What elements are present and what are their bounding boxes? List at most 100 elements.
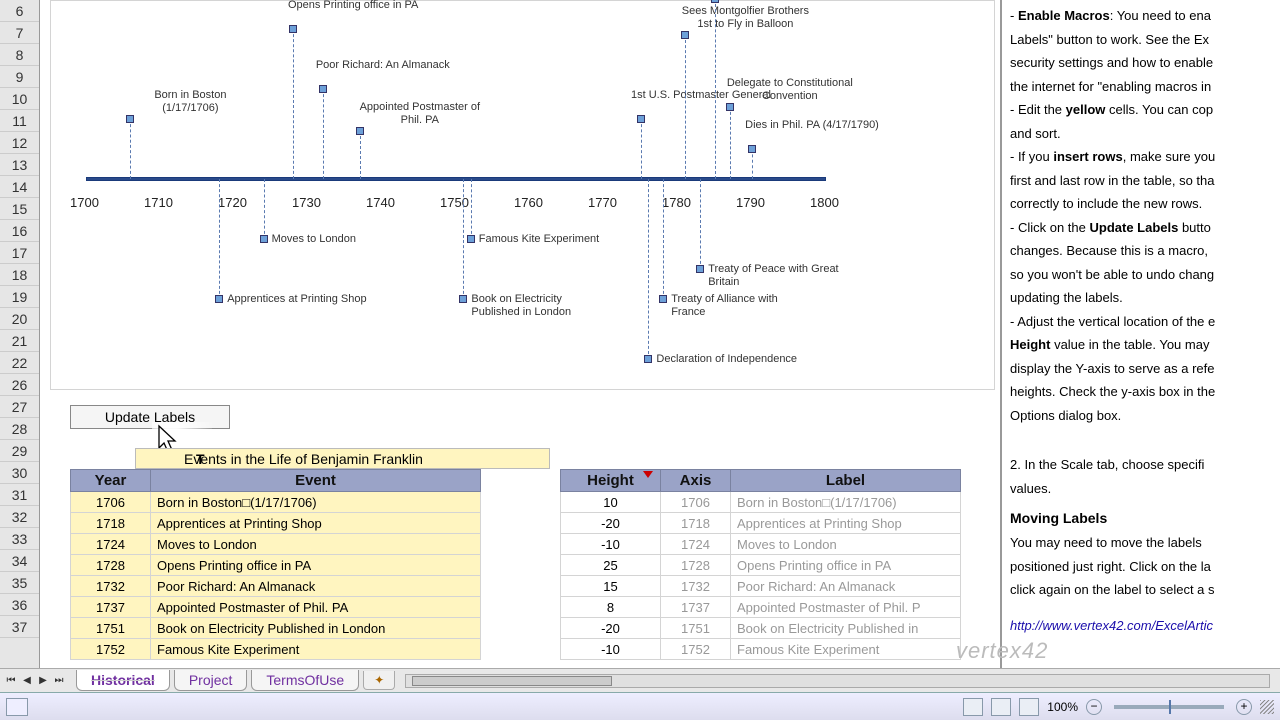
event-marker[interactable] <box>659 295 667 303</box>
timeline-chart[interactable]: 1700171017201730174017501760177017801790… <box>50 0 995 390</box>
labels-table[interactable]: Height Axis Label 101706Born in Boston□(… <box>560 469 961 660</box>
update-labels-button[interactable]: Update Labels <box>70 405 230 429</box>
event-marker[interactable] <box>319 85 327 93</box>
event-marker[interactable] <box>289 25 297 33</box>
tab-nav-next-icon[interactable]: ▶ <box>36 674 50 688</box>
row-header[interactable]: 35 <box>0 572 39 594</box>
row-header[interactable]: 21 <box>0 330 39 352</box>
event-marker[interactable] <box>748 145 756 153</box>
macro-record-icon[interactable] <box>6 698 28 716</box>
row-header[interactable]: 31 <box>0 484 39 506</box>
event-marker[interactable] <box>467 235 475 243</box>
row-header[interactable]: 20 <box>0 308 39 330</box>
table-row[interactable]: 251728Opens Printing office in PA <box>561 555 961 576</box>
row-header[interactable]: 26 <box>0 374 39 396</box>
row-header[interactable]: 15 <box>0 198 39 220</box>
event-label[interactable]: Treaty of Peace with Great Britain <box>708 263 888 289</box>
table-row[interactable]: 81737Appointed Postmaster of Phil. P <box>561 597 961 618</box>
event-marker[interactable] <box>696 265 704 273</box>
zoom-out-button[interactable]: − <box>1086 699 1102 715</box>
view-pagebreak-icon[interactable] <box>1019 698 1039 716</box>
table-title-cell[interactable]: T Events in the Life of Benjamin Frankli… <box>135 448 550 469</box>
row-header[interactable]: 13 <box>0 154 39 176</box>
event-label[interactable]: Apprentices at Printing Shop <box>227 293 407 306</box>
row-header[interactable]: 33 <box>0 528 39 550</box>
event-marker[interactable] <box>711 0 719 3</box>
new-sheet-icon[interactable]: ✦ <box>363 671 395 690</box>
row-header[interactable]: 18 <box>0 264 39 286</box>
sheet-tab-terms[interactable]: TermsOfUse <box>251 670 359 691</box>
row-header[interactable]: 28 <box>0 418 39 440</box>
table-row[interactable]: -201718Apprentices at Printing Shop <box>561 513 961 534</box>
event-marker[interactable] <box>637 115 645 123</box>
horizontal-scrollbar[interactable] <box>405 674 1270 688</box>
row-header[interactable]: 27 <box>0 396 39 418</box>
event-label[interactable]: Appointed Postmaster of Phil. PA <box>330 101 510 127</box>
row-header[interactable]: 36 <box>0 594 39 616</box>
row-header[interactable]: 29 <box>0 440 39 462</box>
zoom-level[interactable]: 100% <box>1047 700 1078 714</box>
col-year[interactable]: Year <box>71 470 151 492</box>
table-row[interactable]: 1737Appointed Postmaster of Phil. PA <box>71 597 481 618</box>
col-event[interactable]: Event <box>151 470 481 492</box>
event-label[interactable]: Born in Boston (1/17/1706) <box>100 89 280 115</box>
event-label[interactable]: Famous Kite Experiment <box>479 233 659 246</box>
col-label[interactable]: Label <box>731 470 961 492</box>
zoom-in-button[interactable]: + <box>1236 699 1252 715</box>
table-row[interactable]: 1706Born in Boston□(1/17/1706) <box>71 492 481 513</box>
row-header[interactable]: 34 <box>0 550 39 572</box>
table-row[interactable]: 1732Poor Richard: An Almanack <box>71 576 481 597</box>
tab-nav-prev-icon[interactable]: ◀ <box>20 674 34 688</box>
row-header[interactable]: 7 <box>0 22 39 44</box>
table-row[interactable]: 1724Moves to London <box>71 534 481 555</box>
table-row[interactable]: 1728Opens Printing office in PA <box>71 555 481 576</box>
tab-nav-first-icon[interactable]: ⏮ <box>4 674 18 688</box>
table-row[interactable]: 1752Famous Kite Experiment <box>71 639 481 660</box>
row-header[interactable]: 12 <box>0 132 39 154</box>
row-header[interactable]: 30 <box>0 462 39 484</box>
event-label[interactable]: Opens Printing office in PA <box>263 0 443 12</box>
row-header[interactable]: 17 <box>0 242 39 264</box>
event-label[interactable]: Moves to London <box>272 233 452 246</box>
table-row[interactable]: -101724Moves to London <box>561 534 961 555</box>
col-axis[interactable]: Axis <box>661 470 731 492</box>
row-header[interactable]: 10 <box>0 88 39 110</box>
tab-nav-last-icon[interactable]: ⏭ <box>52 674 66 688</box>
event-marker[interactable] <box>215 295 223 303</box>
event-label[interactable]: Poor Richard: An Almanack <box>293 59 473 72</box>
table-row[interactable]: -101752Famous Kite Experiment <box>561 639 961 660</box>
view-normal-icon[interactable] <box>963 698 983 716</box>
row-header[interactable]: 11 <box>0 110 39 132</box>
event-label[interactable]: Declaration of Independence <box>656 353 836 366</box>
table-row[interactable]: 151732Poor Richard: An Almanack <box>561 576 961 597</box>
event-label[interactable]: Dies in Phil. PA (4/17/1790) <box>722 119 902 132</box>
row-header[interactable]: 22 <box>0 352 39 374</box>
row-header[interactable]: 16 <box>0 220 39 242</box>
row-header[interactable]: 8 <box>0 44 39 66</box>
event-label[interactable]: Book on Electricity Published in London <box>471 293 651 319</box>
table-row[interactable]: -201751Book on Electricity Published in <box>561 618 961 639</box>
event-marker[interactable] <box>644 355 652 363</box>
view-layout-icon[interactable] <box>991 698 1011 716</box>
row-header[interactable]: 32 <box>0 506 39 528</box>
row-header[interactable]: 19 <box>0 286 39 308</box>
event-label[interactable]: Treaty of Alliance with France <box>671 293 851 319</box>
zoom-slider[interactable] <box>1114 705 1224 709</box>
event-marker[interactable] <box>126 115 134 123</box>
row-header[interactable]: 9 <box>0 66 39 88</box>
table-row[interactable]: 1718Apprentices at Printing Shop <box>71 513 481 534</box>
event-label[interactable]: Delegate to Constitutional Convention <box>700 77 880 103</box>
event-marker[interactable] <box>459 295 467 303</box>
event-marker[interactable] <box>726 103 734 111</box>
event-marker[interactable] <box>681 31 689 39</box>
row-header[interactable]: 14 <box>0 176 39 198</box>
event-marker[interactable] <box>260 235 268 243</box>
event-label[interactable]: Sees Montgolfier Brothers 1st to Fly in … <box>655 5 835 31</box>
sheet-tab-historical[interactable]: Historical <box>76 670 170 691</box>
table-row[interactable]: 101706Born in Boston□(1/17/1706) <box>561 492 961 513</box>
events-table[interactable]: Year Event 1706Born in Boston□(1/17/1706… <box>70 469 481 660</box>
table-row[interactable]: 1751Book on Electricity Published in Lon… <box>71 618 481 639</box>
row-header[interactable]: 6 <box>0 0 39 22</box>
event-marker[interactable] <box>356 127 364 135</box>
sheet-tab-project[interactable]: Project <box>174 670 248 691</box>
